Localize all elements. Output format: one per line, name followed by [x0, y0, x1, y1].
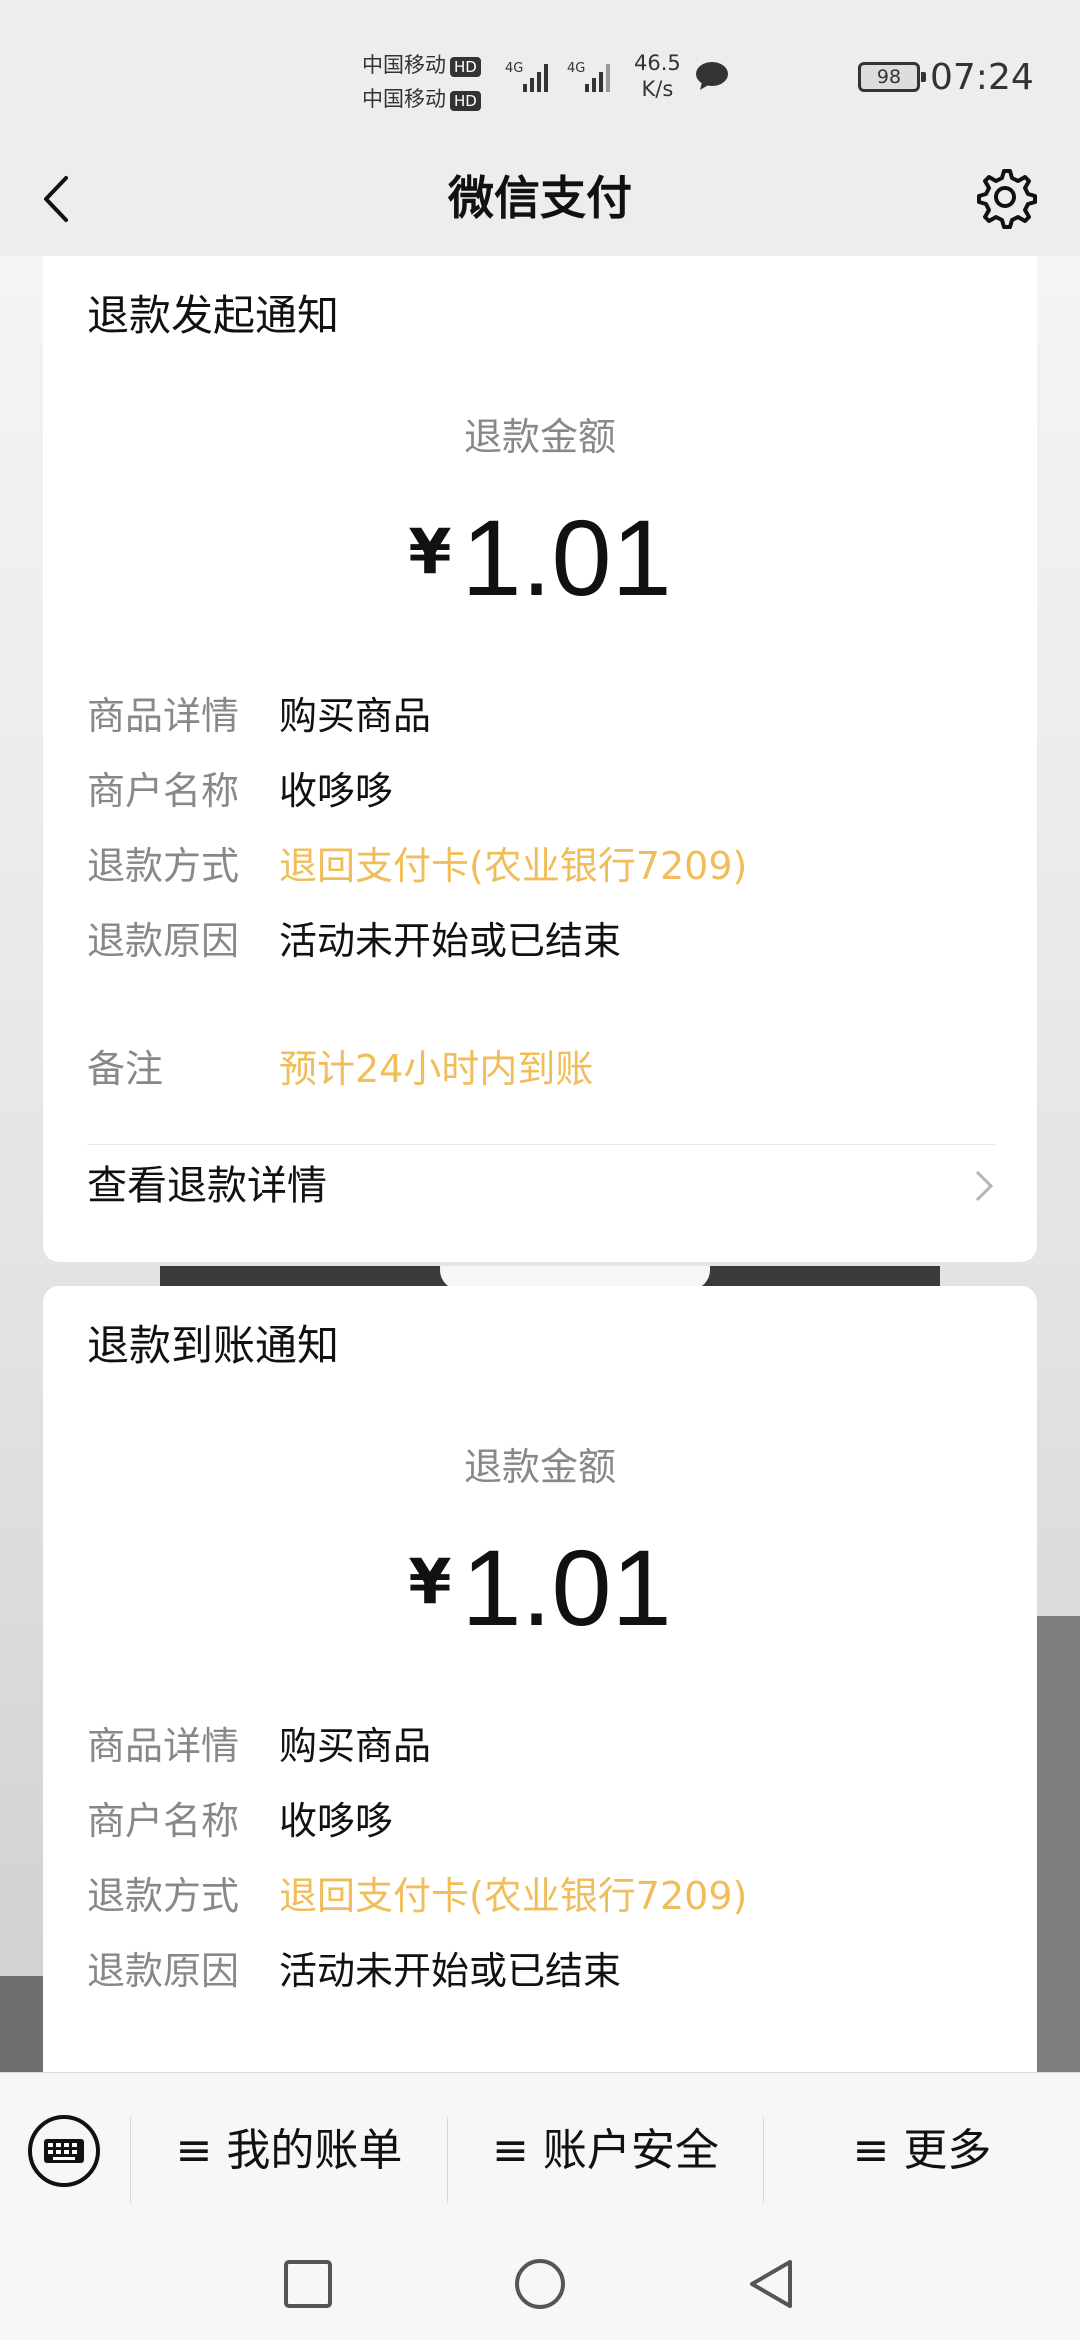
gear-icon[interactable] [970, 162, 1040, 232]
carrier-2: 中国移动 [362, 87, 446, 111]
row-value: 购买商品 [279, 694, 432, 738]
svg-text:4G: 4G [505, 61, 523, 76]
system-nav-bar [0, 2228, 1080, 2340]
carrier-info: 中国移动 HD 中国移动 HD [362, 48, 481, 116]
detail-row-refund-method: 退款方式 退回支付卡(农业银行7209) [87, 838, 747, 894]
row-value: 收哆哆 [279, 769, 394, 813]
detail-row-note: 备注 预计24小时内到账 [87, 1041, 593, 1097]
circle-home-icon[interactable] [512, 2256, 568, 2312]
detail-row-refund-reason: 退款原因 活动未开始或已结束 [87, 1943, 621, 1999]
row-key: 商户名称 [87, 1799, 240, 1843]
amount-value: 1.01 [461, 497, 672, 618]
row-value: 活动未开始或已结束 [279, 919, 622, 963]
refund-arrived-card: 退款到账通知 退款金额 ¥1.01 商品详情 购买商品 商户名称 收哆哆 退款方式退… [43, 1286, 1037, 2086]
row-value: 退回支付卡(农业银行7209) [279, 1874, 748, 1918]
amount-label: 退款金额 [463, 1445, 616, 1489]
bottom-menu: ≡ 我的账单 ≡ 账户安全 ≡ 更多 [0, 2072, 1080, 2229]
view-refund-details-link[interactable]: 查看退款详情 [87, 1156, 327, 1216]
keyboard-icon[interactable] [26, 2113, 102, 2189]
refund-amount: ¥1.01 [43, 492, 1037, 650]
battery-icon: 98 [858, 62, 926, 92]
row-value: 预计24小时内到账 [279, 1047, 594, 1091]
clock: 07:24 [930, 57, 1034, 98]
chevron-right-icon [975, 1170, 994, 1202]
menu-more[interactable]: ≡ 更多 [764, 2073, 1080, 2229]
network-speed: 46.5 K/s [634, 50, 681, 102]
speed-value: 46.5 [634, 51, 681, 75]
currency-symbol: ¥ [408, 1545, 452, 1618]
background-left-shape [0, 1976, 44, 2072]
signal-icon: 4G 4G [505, 61, 610, 92]
menu-account-security[interactable]: ≡ 账户安全 [448, 2073, 763, 2229]
hd-badge: HD [450, 91, 481, 111]
amount-label: 退款金额 [463, 415, 616, 459]
row-key: 备注 [87, 1047, 164, 1091]
row-value: 活动未开始或已结束 [279, 1949, 622, 1993]
carrier-1: 中国移动 [362, 53, 446, 77]
detail-row-merchant: 商户名称 收哆哆 [87, 763, 393, 819]
card-title: 退款发起通知 [87, 291, 340, 340]
detail-row-merchant: 商户名称 收哆哆 [87, 1793, 393, 1849]
nav-header: 微信支付 [0, 140, 1080, 256]
status-bar: 中国移动 HD 中国移动 HD 4G 4G 46.5 K/s 98 07:24 [0, 0, 1080, 150]
row-value: 收哆哆 [279, 1799, 394, 1843]
message-icon [696, 62, 728, 90]
speed-unit: K/s [641, 77, 674, 101]
svg-text:4G: 4G [567, 61, 585, 76]
refund-initiated-card: 退款发起通知 退款金额 ¥1.01 商品详情 购买商品 商户名称 收哆哆 退款方式退… [43, 256, 1037, 1262]
menu-my-bills[interactable]: ≡ 我的账单 [131, 2073, 447, 2229]
divider [87, 1144, 995, 1145]
page-title: 微信支付 [448, 171, 632, 225]
detail-row-refund-reason: 退款原因 活动未开始或已结束 [87, 913, 621, 969]
hd-badge: HD [450, 57, 481, 77]
refund-amount: ¥1.01 [43, 1522, 1037, 1680]
detail-row-product: 商品详情 购买商品 [87, 1718, 431, 1774]
row-key: 退款方式 [87, 1874, 240, 1918]
row-key: 商品详情 [87, 694, 240, 738]
row-key: 商品详情 [87, 1724, 240, 1768]
detail-row-product: 商品详情 购买商品 [87, 688, 431, 744]
card-title: 退款到账通知 [87, 1321, 340, 1370]
amount-value: 1.01 [461, 1527, 672, 1648]
triangle-back-icon[interactable] [744, 2256, 800, 2312]
row-key: 退款原因 [87, 1949, 240, 1993]
row-key: 商户名称 [87, 769, 240, 813]
detail-row-refund-method: 退款方式 退回支付卡(农业银行7209) [87, 1868, 747, 1924]
row-value: 购买商品 [279, 1724, 432, 1768]
row-key: 退款原因 [87, 919, 240, 963]
square-recent-icon[interactable] [280, 2256, 336, 2312]
currency-symbol: ¥ [408, 515, 452, 588]
row-value: 退回支付卡(农业银行7209) [279, 844, 748, 888]
row-key: 退款方式 [87, 844, 240, 888]
